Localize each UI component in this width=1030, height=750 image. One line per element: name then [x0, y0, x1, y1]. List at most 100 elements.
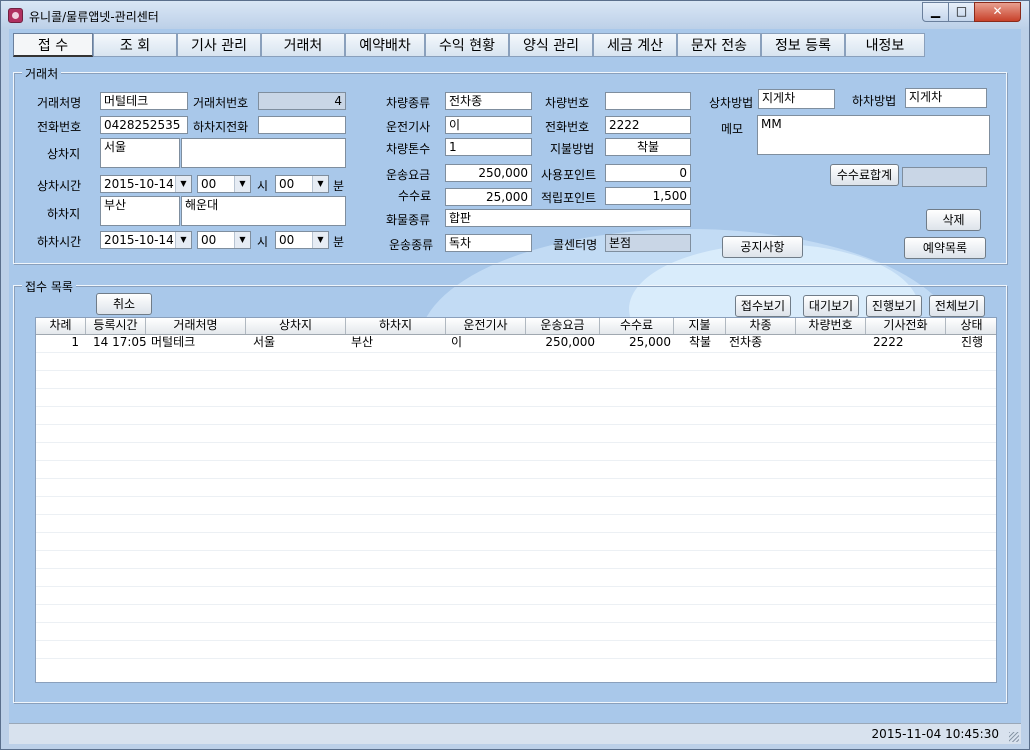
column-header[interactable]: 운송요금 — [526, 318, 600, 334]
memo-label: 메모 — [721, 122, 744, 136]
view-progress-button[interactable]: 진행보기 — [866, 295, 922, 317]
tab-revenue[interactable]: 수익 현황 — [425, 33, 509, 57]
fee-total-button[interactable]: 수수료합계 — [830, 164, 899, 186]
fee-total-field[interactable] — [902, 167, 987, 187]
dropdown-arrow-icon[interactable]: ▼ — [234, 232, 250, 248]
load-date-picker[interactable]: 2015-10-14 ▼ — [100, 175, 192, 193]
dropdown-arrow-icon[interactable]: ▼ — [175, 232, 191, 248]
tab-driver-management[interactable]: 기사 관리 — [177, 33, 261, 57]
payment-field[interactable]: 착불 — [605, 138, 691, 156]
load-method-field[interactable]: 지게차 — [758, 89, 835, 109]
unload-hour-select[interactable]: 00 ▼ — [197, 231, 251, 249]
row-divider — [36, 460, 996, 461]
tab-sms[interactable]: 문자 전송 — [677, 33, 761, 57]
tab-form-management[interactable]: 양식 관리 — [509, 33, 593, 57]
table-cell: 서울 — [253, 335, 276, 349]
view-received-button[interactable]: 접수보기 — [735, 295, 791, 317]
minimize-button[interactable]: ▁ — [922, 2, 949, 22]
window-title: 유니콜/물류앱넷-관리센터 — [29, 10, 159, 24]
status-bar: 2015-11-04 10:45:30 — [9, 723, 1021, 744]
tab-reservation-dispatch[interactable]: 예약배차 — [345, 33, 425, 57]
unload-method-label: 하차방법 — [852, 94, 897, 108]
view-all-button[interactable]: 전체보기 — [929, 295, 985, 317]
load-hour-value: 00 — [201, 177, 217, 191]
unload-place-label: 하차지 — [47, 207, 81, 221]
row-divider — [36, 550, 996, 551]
view-waiting-button[interactable]: 대기보기 — [803, 295, 859, 317]
row-divider — [36, 388, 996, 389]
call-center-field[interactable]: 본점 — [605, 234, 691, 252]
fare-field[interactable]: 250,000 — [445, 164, 532, 182]
unload-place-field[interactable]: 부산 — [100, 196, 180, 226]
row-divider — [36, 478, 996, 479]
load-date-value: 2015-10-14 — [104, 177, 174, 191]
load-detail-field[interactable] — [181, 138, 346, 168]
tab-inquiry[interactable]: 조 회 — [93, 33, 177, 57]
load-time-label: 상차시간 — [37, 179, 82, 193]
dropdown-arrow-icon[interactable]: ▼ — [234, 176, 250, 192]
dropdown-arrow-icon[interactable]: ▼ — [312, 176, 328, 192]
unload-hour-unit: 시 — [257, 235, 269, 249]
tab-info-registration[interactable]: 정보 등록 — [761, 33, 845, 57]
tab-receipt[interactable]: 접 수 — [13, 33, 93, 57]
maximize-button[interactable]: □ — [948, 2, 975, 22]
vehicle-no-field[interactable] — [605, 92, 691, 110]
call-center-label: 콜센터명 — [553, 238, 598, 252]
resize-grip-icon[interactable] — [1009, 732, 1019, 742]
reservation-list-button[interactable]: 예약목록 — [904, 237, 986, 259]
cargo-field[interactable]: 합판 — [445, 209, 691, 227]
tab-clients[interactable]: 거래처 — [261, 33, 345, 57]
column-header[interactable]: 등록시간 — [86, 318, 146, 334]
column-header[interactable]: 차례 — [36, 318, 86, 334]
app-icon — [8, 8, 23, 23]
dropdown-arrow-icon[interactable]: ▼ — [175, 176, 191, 192]
table-row[interactable]: 1 14 17:05 머털테크 서울 부산 이 250,000 25,000 착… — [36, 334, 996, 352]
table-cell: 2222 — [873, 335, 904, 349]
fee-field[interactable]: 25,000 — [445, 188, 532, 206]
driver-phone-field[interactable]: 2222 — [605, 116, 691, 134]
tab-my-info[interactable]: 내정보 — [845, 33, 925, 57]
client-no-field[interactable]: 4 — [258, 92, 346, 110]
column-header[interactable]: 차량번호 — [796, 318, 866, 334]
unload-detail-field[interactable]: 해운대 — [181, 196, 346, 226]
vehicle-type-field[interactable]: 전차종 — [445, 92, 532, 110]
unload-date-value: 2015-10-14 — [104, 233, 174, 247]
unload-method-field[interactable]: 지게차 — [905, 88, 987, 108]
column-header[interactable]: 하차지 — [346, 318, 446, 334]
receipt-table[interactable]: 차례 등록시간 거래처명 상차지 하차지 운전기사 운송요금 수수료 지불 차종… — [35, 317, 997, 683]
close-button[interactable]: ✕ — [974, 2, 1021, 22]
load-place-field[interactable]: 서울 — [100, 138, 180, 168]
dropdown-arrow-icon[interactable]: ▼ — [312, 232, 328, 248]
column-header[interactable]: 차종 — [726, 318, 796, 334]
unload-minute-select[interactable]: 00 ▼ — [275, 231, 329, 249]
memo-field[interactable]: MM — [757, 115, 990, 155]
delete-button[interactable]: 삭제 — [926, 209, 981, 231]
row-divider — [36, 640, 996, 641]
column-header[interactable]: 기사전화 — [866, 318, 946, 334]
load-hour-select[interactable]: 00 ▼ — [197, 175, 251, 193]
phone-field[interactable]: 0428252535 — [100, 116, 188, 134]
tonnage-field[interactable]: 1 — [445, 138, 532, 156]
cancel-button[interactable]: 취소 — [96, 293, 152, 315]
table-cell — [796, 334, 866, 352]
earn-point-field[interactable]: 1,500 — [605, 187, 691, 205]
notice-button[interactable]: 공지사항 — [722, 236, 803, 258]
tab-tax-calculation[interactable]: 세금 계산 — [593, 33, 677, 57]
column-header[interactable]: 수수료 — [600, 318, 674, 334]
transport-type-field[interactable]: 독차 — [445, 234, 532, 252]
use-point-field[interactable]: 0 — [605, 164, 691, 182]
unload-date-picker[interactable]: 2015-10-14 ▼ — [100, 231, 192, 249]
column-header[interactable]: 운전기사 — [446, 318, 526, 334]
row-divider — [36, 604, 996, 605]
driver-field[interactable]: 이 — [445, 116, 532, 134]
row-divider — [36, 424, 996, 425]
payment-label: 지불방법 — [550, 142, 595, 156]
column-header[interactable]: 거래처명 — [146, 318, 246, 334]
column-header[interactable]: 상태 — [946, 318, 996, 334]
load-minute-select[interactable]: 00 ▼ — [275, 175, 329, 193]
column-header[interactable]: 상차지 — [246, 318, 346, 334]
unload-phone-field[interactable] — [258, 116, 346, 134]
column-header[interactable]: 지불 — [674, 318, 726, 334]
client-name-field[interactable]: 머털테크 — [100, 92, 188, 110]
title-bar[interactable]: 유니콜/물류앱넷-관리센터 ▁ □ ✕ — [1, 1, 1029, 29]
